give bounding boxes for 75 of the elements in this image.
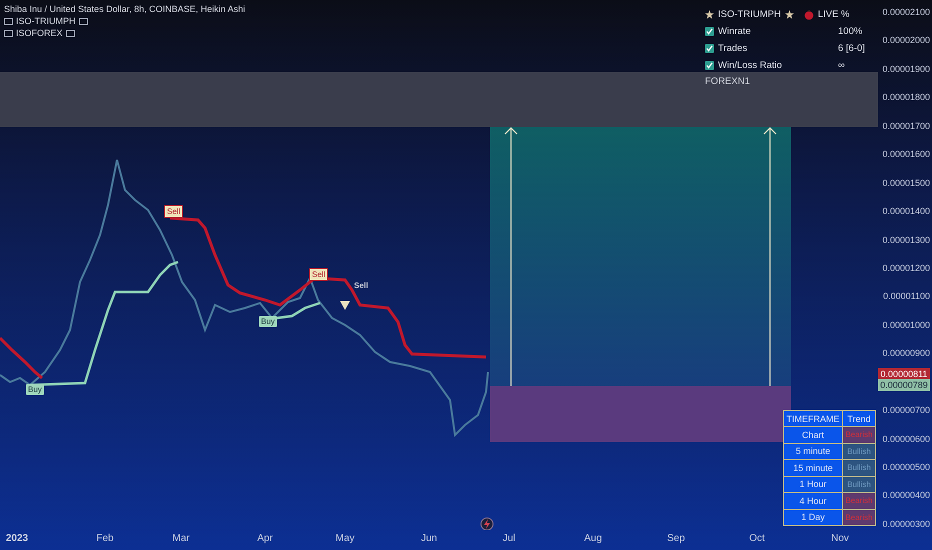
checkbox[interactable]	[705, 44, 714, 53]
price-label: 0.00001100	[883, 291, 930, 302]
resistance-line	[0, 336, 43, 380]
time-label: Jul	[502, 533, 516, 544]
time-label: Mar	[172, 533, 190, 544]
timeframe-cell: 1 Hour	[784, 476, 842, 492]
price-label: 0.00000900	[882, 348, 930, 358]
time-label: Feb	[96, 533, 114, 544]
price-label: 0.00001600	[882, 149, 930, 160]
live-label: LIVE %	[818, 9, 850, 20]
buy-signal: Buy	[26, 384, 44, 395]
price-label: 0.00000300	[882, 518, 930, 529]
price-label: 0.00001900	[882, 64, 930, 74]
price-label: 0.00001000	[882, 320, 930, 330]
price-label: 0.00001300	[882, 234, 930, 245]
price-label: 0.00002000	[882, 35, 930, 46]
indicator-name[interactable]: ISOFOREX	[16, 28, 63, 38]
star-icon	[705, 10, 714, 19]
price-label: 0.00001800	[882, 92, 930, 102]
stat-label: Trades	[718, 43, 748, 54]
stat-label: Winrate	[718, 26, 752, 37]
price-label: 0.00002100	[882, 7, 930, 17]
stats-title: ISO-TRIUMPH	[718, 9, 781, 20]
sell-signal: Sell	[164, 205, 184, 218]
star-icon	[784, 10, 794, 19]
price-label: 0.00001400	[882, 206, 930, 216]
trend-cell: Bullish	[843, 444, 875, 459]
column-header: TIMEFRAME	[784, 411, 842, 426]
checkbox[interactable]	[705, 61, 714, 70]
square-icon	[78, 18, 88, 24]
time-label: Apr	[257, 533, 273, 544]
timeframe-cell: 1 Day	[784, 510, 842, 525]
symbol-title: Shiba Inu / United States Dollar, 8h, COINBASE, Heikin Ashi	[4, 4, 246, 14]
checkbox[interactable]	[705, 27, 714, 36]
timeframe-cell: 4 Hour	[784, 493, 842, 508]
indicator-label: FOREXN1	[705, 76, 751, 89]
time-label: Oct	[749, 533, 765, 544]
trend-cell: Bearish	[843, 493, 875, 508]
trend-cell: Bearish	[843, 510, 875, 525]
trend-cell: Bullish	[843, 460, 875, 476]
price-label: 0.00000400	[882, 490, 930, 500]
stat-label: Win/Loss Ratio	[718, 60, 783, 71]
square-icon	[4, 18, 13, 24]
timeframe-cell: Chart	[784, 427, 842, 442]
sell-signal: Sell	[309, 268, 328, 281]
price-label: 0.00001500	[882, 178, 930, 188]
signal-label: Sell	[353, 280, 370, 291]
time-label: Jun	[420, 533, 438, 544]
column-header: Trend	[843, 411, 875, 426]
trend-cell: Bearish	[843, 427, 875, 442]
stat-value: 6 [6-0]	[838, 43, 866, 54]
time-label: Nov	[831, 533, 849, 544]
price-label: 0.00000500	[882, 462, 930, 472]
down-triangle-icon	[340, 301, 350, 310]
stat-value: ∞	[838, 60, 846, 71]
time-label: Aug	[584, 533, 602, 544]
price-marker: 0.00000811	[878, 368, 930, 380]
price-label: 0.00000600	[882, 434, 930, 444]
indicator-name[interactable]: ISO-TRIUMPH	[16, 16, 76, 26]
time-label: 2023	[6, 533, 28, 544]
timeframe-cell: 15 minute	[784, 460, 842, 476]
stat-value: 100%	[838, 26, 864, 37]
price-label: 0.00001700	[882, 120, 930, 131]
timeframe-cell: 5 minute	[784, 444, 842, 459]
lightning-icon[interactable]	[480, 518, 494, 530]
square-icon	[4, 30, 13, 36]
buy-signal: Buy	[259, 316, 277, 327]
time-label: May	[336, 533, 354, 544]
price-label: 0.00001200	[882, 262, 930, 273]
trend-cell: Bullish	[843, 476, 875, 492]
square-icon	[66, 30, 75, 36]
price-label: 0.00000700	[882, 405, 930, 416]
time-label: Sep	[667, 533, 685, 544]
apple-icon	[804, 10, 814, 20]
price-marker: 0.00000789	[878, 379, 930, 391]
